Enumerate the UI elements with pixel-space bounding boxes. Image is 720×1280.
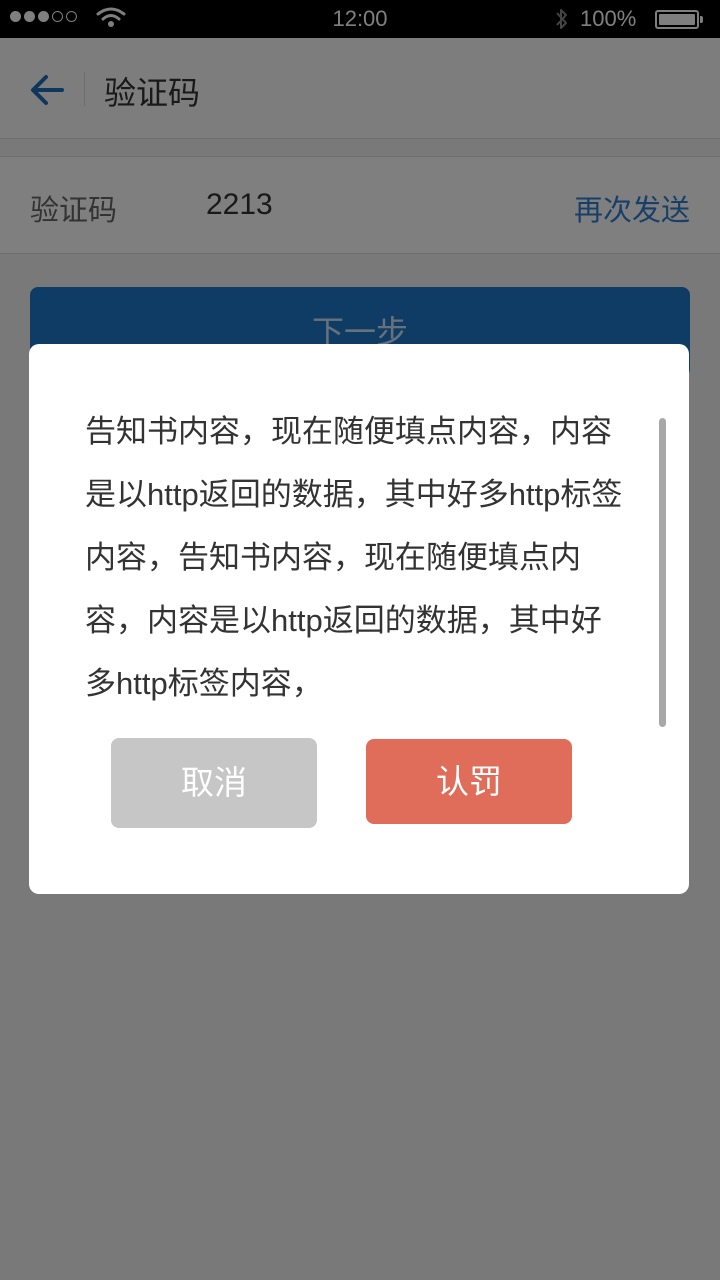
notice-text: 告知书内容，现在随便填点内容，内容是以http返回的数据，其中好多http标签内… [85, 414, 623, 701]
cancel-button[interactable]: 取消 [111, 738, 317, 828]
scrollbar[interactable] [659, 418, 666, 727]
confirm-penalty-button[interactable]: 认罚 [366, 739, 572, 824]
notice-dialog: 告知书内容，现在随便填点内容，内容是以http返回的数据，其中好多http标签内… [29, 344, 689, 894]
